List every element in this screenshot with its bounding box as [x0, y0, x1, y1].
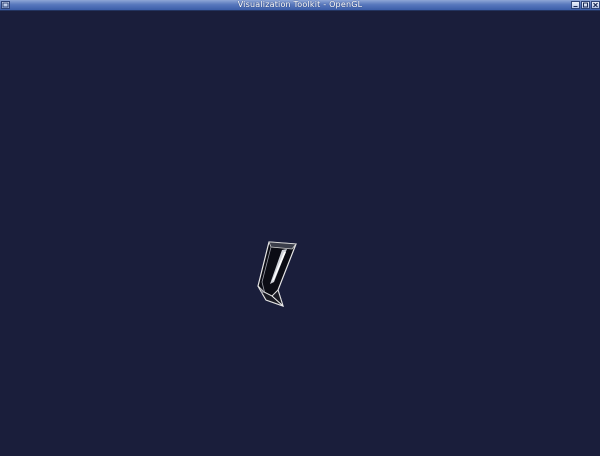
minimize-icon: [573, 6, 578, 7]
render-viewport[interactable]: [0, 11, 600, 456]
close-button[interactable]: [591, 1, 600, 9]
title-bar[interactable]: Visualization Toolkit - OpenGL: [0, 0, 600, 11]
maximize-icon: [583, 2, 588, 8]
maximize-button[interactable]: [581, 1, 590, 9]
minimize-button[interactable]: [571, 1, 580, 9]
vtk-render-window: Visualization Toolkit - OpenGL: [0, 0, 600, 456]
close-icon: [593, 2, 598, 8]
rendered-3d-object: [257, 241, 297, 307]
window-title: Visualization Toolkit - OpenGL: [237, 0, 363, 9]
